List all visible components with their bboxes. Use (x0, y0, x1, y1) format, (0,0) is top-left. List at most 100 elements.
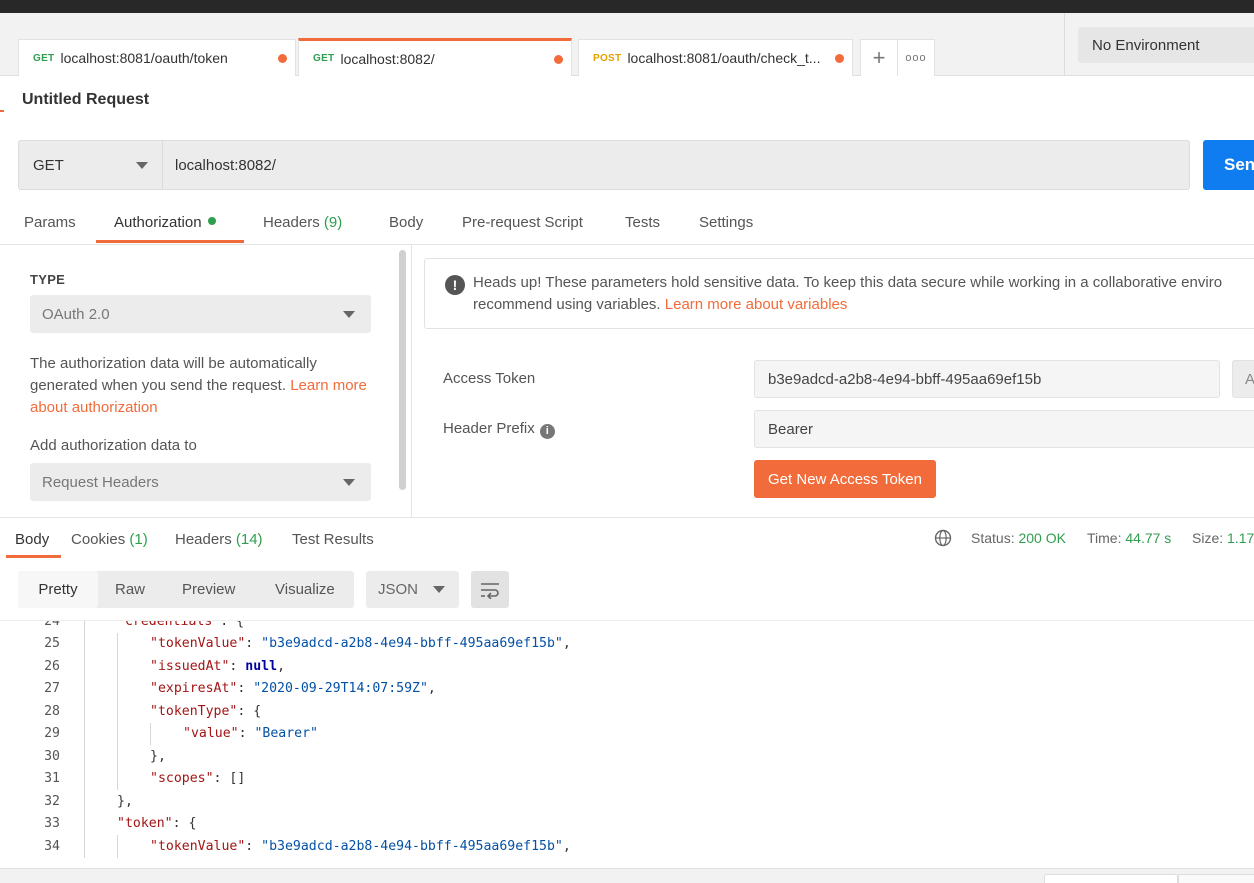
wrap-lines-button[interactable] (471, 571, 509, 608)
auth-type-value: OAuth 2.0 (42, 305, 110, 323)
add-to-select[interactable]: Request Headers (30, 463, 371, 501)
code-punct: }, (150, 748, 166, 764)
info-icon[interactable]: i (539, 423, 555, 439)
code-line: 25 "tokenValue": "b3e9adcd-a2b8-4e94-bbff… (0, 632, 1254, 655)
code-line: 24 "credentials": { (0, 621, 1254, 633)
indent-guide (84, 700, 85, 723)
unsaved-dot-icon (835, 54, 844, 63)
json-string: "Bearer" (254, 726, 318, 742)
response-body-code[interactable]: 24 "credentials": {25 "tokenValue": "b3e9a… (0, 620, 1254, 868)
code-punct: : [] (213, 771, 246, 787)
json-key: "expiresAt" (150, 681, 238, 697)
line-number: 34 (44, 838, 60, 854)
tab-method: GET (33, 52, 55, 64)
send-button[interactable]: Send (1203, 140, 1254, 190)
json-key: "value" (183, 726, 239, 742)
add-tab-button[interactable]: + (860, 39, 898, 76)
access-token-input[interactable]: b3e9adcd-a2b8-4e94-bbff-495aa69ef15b (754, 360, 1220, 398)
pretty-button[interactable]: Pretty (18, 571, 98, 608)
get-new-access-token-button[interactable]: Get New Access Token (754, 460, 936, 498)
code-text: "issuedAt": null, (150, 659, 285, 674)
tab-tests[interactable]: Tests (625, 214, 660, 231)
available-tokens-select[interactable]: A (1232, 360, 1254, 398)
bottom-bar-tab[interactable] (1044, 874, 1178, 883)
unsaved-dot-icon (278, 54, 287, 63)
url-input[interactable]: localhost:8082/ (162, 140, 1190, 190)
tab-cookies[interactable]: Cookies (1) (71, 531, 148, 548)
language-value: JSON (378, 581, 419, 598)
time-label: Time: (1087, 530, 1122, 546)
line-number: 26 (44, 658, 60, 674)
method-select[interactable]: GET (18, 140, 162, 190)
bottom-bar-tab[interactable] (1178, 874, 1254, 883)
learn-more-variables-link[interactable]: Learn more about variables (665, 296, 848, 313)
sidebar-edge-marker (0, 110, 4, 112)
preview-button[interactable]: Preview (182, 571, 235, 608)
code-line: 31 "scopes": [] (0, 767, 1254, 790)
tab-authorization[interactable]: Authorization (114, 214, 216, 231)
code-punct: : (238, 726, 255, 742)
size-value[interactable]: 1.17 (1227, 530, 1254, 546)
cookies-count: (1) (129, 531, 148, 548)
auth-type-select[interactable]: OAuth 2.0 (30, 295, 371, 333)
indent-guide (84, 835, 85, 858)
divider (1064, 13, 1065, 76)
raw-button[interactable]: Raw (115, 571, 145, 608)
json-string: "2020-09-29T14:07:59Z" (253, 681, 428, 697)
code-punct: : (245, 838, 262, 854)
tab-settings[interactable]: Settings (699, 214, 753, 231)
header-prefix-input[interactable]: Bearer (754, 410, 1254, 448)
indent-guide (117, 700, 118, 723)
tab-label: Authorization (114, 214, 202, 231)
code-text: "expiresAt": "2020-09-29T14:07:59Z", (150, 681, 436, 696)
tab-test-results[interactable]: Test Results (292, 531, 374, 548)
code-line: 32}, (0, 790, 1254, 813)
header-prefix-label: Header Prefix i (443, 420, 555, 439)
language-select[interactable]: JSON (366, 571, 459, 608)
tab-headers[interactable]: Headers (9) (263, 214, 342, 231)
line-number: 29 (44, 726, 60, 742)
method-value: GET (33, 156, 64, 174)
exclamation-icon: ! (445, 275, 465, 295)
code-text: "scopes": [] (150, 771, 245, 786)
header-prefix-text: Header Prefix (443, 420, 535, 437)
unsaved-dot-icon (554, 55, 563, 64)
code-punct: : { (172, 816, 197, 832)
tab-response-headers[interactable]: Headers (14) (175, 531, 263, 548)
more-tabs-button[interactable]: ooo (897, 39, 935, 76)
tab-body[interactable]: Body (389, 214, 423, 231)
indent-guide (84, 790, 85, 813)
environment-select[interactable]: No Environment (1078, 27, 1254, 63)
tab-localhost-8082[interactable]: GET localhost:8082/ (298, 38, 572, 76)
add-to-label: Add authorization data to (30, 437, 197, 454)
auth-description-text: The authorization data will be automatic… (30, 355, 317, 394)
tab-label: Cookies (71, 531, 126, 548)
tab-check-token[interactable]: POST localhost:8081/oauth/check_t... (578, 39, 853, 76)
status-value[interactable]: 200 OK (1018, 530, 1065, 546)
json-key: "tokenType" (150, 703, 238, 719)
tab-prerequest-script[interactable]: Pre-request Script (462, 214, 583, 231)
code-punct: }, (117, 793, 133, 809)
code-text: "value": "Bearer" (183, 726, 318, 741)
code-line: 34 "tokenValue": "b3e9adcd-a2b8-4e94-bbff… (0, 835, 1254, 858)
tab-oauth-token[interactable]: GET localhost:8081/oauth/token (18, 39, 296, 76)
request-title[interactable]: Untitled Request (22, 91, 149, 109)
line-number: 33 (44, 816, 60, 832)
visualize-button[interactable]: Visualize (275, 571, 335, 608)
indent-guide (117, 767, 118, 790)
json-key: "issuedAt" (150, 658, 230, 674)
globe-icon[interactable] (934, 529, 952, 547)
left-panel-scrollbar[interactable] (399, 250, 406, 490)
notice-text: Heads up! These parameters hold sensitiv… (473, 272, 1254, 316)
tab-params[interactable]: Params (24, 214, 76, 231)
json-literal: null (245, 658, 278, 674)
code-line: 33 "token": { (0, 812, 1254, 835)
tab-response-body[interactable]: Body (15, 531, 49, 548)
time-value[interactable]: 44.77 s (1125, 530, 1171, 546)
line-number: 25 (44, 636, 60, 652)
indent-guide (150, 722, 151, 745)
indent-guide (117, 632, 118, 655)
panel-divider[interactable] (411, 245, 412, 517)
code-punct: , (562, 838, 571, 854)
indent-guide (84, 655, 85, 678)
